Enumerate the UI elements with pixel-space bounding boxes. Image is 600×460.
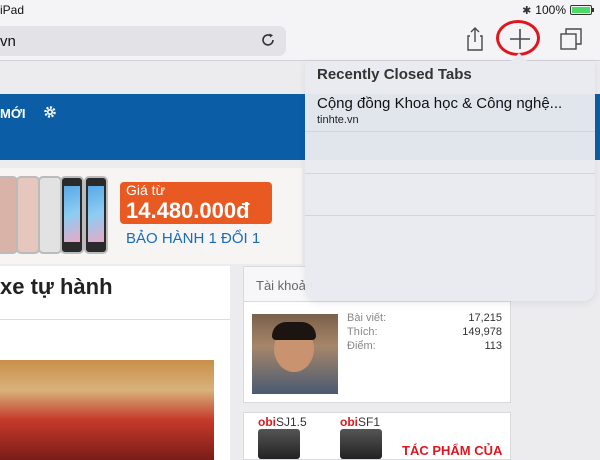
product-ad[interactable]: obiSJ1.5 obiSF1 TÁC PHẨM CỦA: [243, 412, 511, 460]
stat-value: 149,978: [462, 326, 502, 338]
ad-tagline: TÁC PHẨM CỦA: [402, 443, 503, 458]
article-image[interactable]: [0, 360, 214, 460]
bluetooth-icon: ✱: [522, 4, 532, 17]
price-prefix: Giá từ: [126, 182, 165, 198]
promo-banner[interactable]: Giá từ 14.480.000đ BẢO HÀNH 1 ĐỔI 1: [0, 168, 302, 264]
closed-tab-title: Cộng đồng Khoa học & Công nghệ...: [317, 95, 563, 112]
address-bar[interactable]: vn: [0, 26, 286, 56]
closed-tab-item[interactable]: [305, 131, 595, 174]
stat-value: 17,215: [468, 312, 502, 324]
share-icon[interactable]: [460, 24, 490, 54]
stat-posts: Bài viết: 17,215: [347, 312, 502, 324]
tabs-icon[interactable]: [556, 24, 586, 54]
highlight-circle: [496, 20, 540, 56]
warranty-text: BẢO HÀNH 1 ĐỔI 1: [126, 230, 261, 247]
popover-title: Recently Closed Tabs: [317, 66, 472, 83]
battery-icon: [570, 5, 594, 15]
closed-tab-item[interactable]: [305, 215, 595, 258]
avatar[interactable]: [252, 314, 338, 394]
article-headline[interactable]: xe tự hành: [0, 274, 113, 300]
address-text: vn: [0, 33, 16, 50]
nav-item-new[interactable]: MỚI: [0, 106, 26, 121]
battery-percent: 100%: [535, 3, 566, 17]
price-value: 14.480.000đ: [126, 198, 250, 223]
phone-image: [84, 176, 108, 254]
price-box: Giá từ 14.480.000đ: [120, 182, 272, 224]
carrier-label: iPad: [0, 3, 25, 17]
account-panel: Bài viết: 17,215 Thích: 149,978 Điểm: 11…: [243, 302, 511, 403]
device-image: [340, 429, 382, 459]
reload-icon[interactable]: [260, 32, 276, 48]
stat-label: Điểm:: [347, 340, 376, 352]
closed-tab-domain: tinhte.vn: [317, 114, 359, 126]
stat-label: Thích:: [347, 326, 378, 338]
battery-level: [572, 7, 590, 13]
popover-arrow: [511, 53, 527, 61]
stat-value: 113: [484, 340, 502, 352]
status-bar: iPad ✱ 100%: [0, 0, 600, 20]
closed-tab-item[interactable]: Cộng đồng Khoa học & Công nghệ... tinhte…: [305, 89, 595, 131]
phone-image: [60, 176, 84, 254]
gear-icon[interactable]: [42, 104, 58, 120]
divider: [0, 319, 230, 320]
stat-label: Bài viết:: [347, 312, 387, 324]
phone-image: [16, 176, 40, 254]
ad-model: obiSF1: [340, 415, 381, 429]
closed-tab-item[interactable]: [305, 173, 595, 216]
device-image: [258, 429, 300, 459]
article-card[interactable]: xe tự hành: [0, 266, 230, 460]
stat-points: Điểm: 113: [347, 340, 502, 352]
phone-image: [38, 176, 62, 254]
stat-likes: Thích: 149,978: [347, 326, 502, 338]
ad-model: obiSJ1.5: [258, 415, 307, 429]
recently-closed-popover: Recently Closed Tabs Cộng đồng Khoa học …: [305, 53, 595, 301]
